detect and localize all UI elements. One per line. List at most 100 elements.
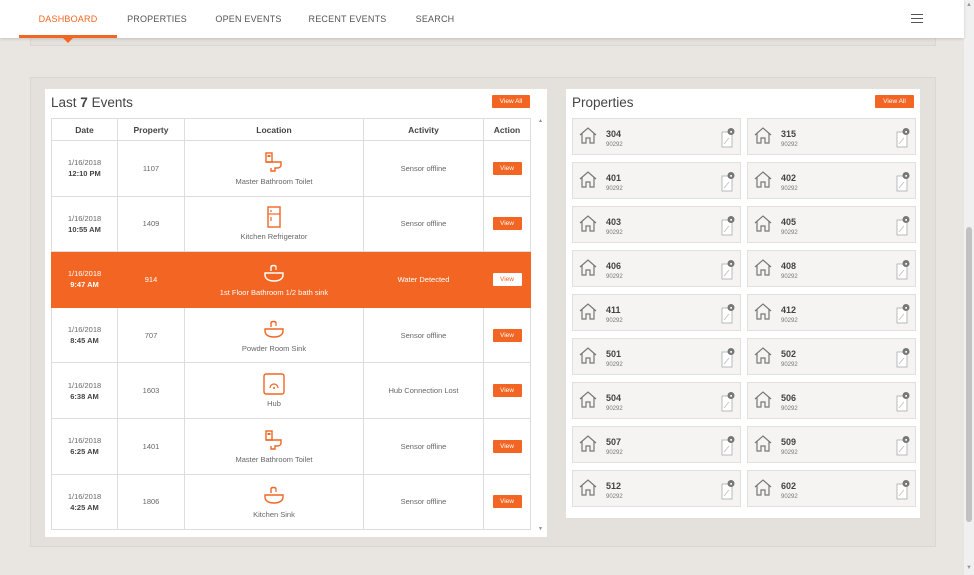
properties-view-all-button[interactable]: View All [875,95,914,108]
view-event-button[interactable]: View [492,495,522,509]
event-row[interactable]: 1/16/2018 6:25 AM 1401 Master Bathroom Toil… [51,417,531,475]
document-badge-icon[interactable]: ■ [721,215,735,237]
document-badge-icon[interactable]: ■ [896,347,910,369]
event-date-cell: 1/16/2018 10:55 AM [51,195,118,253]
events-view-all-button[interactable]: View All [492,95,530,108]
property-tile[interactable]: 504 90292 ■ [572,382,741,419]
events-title: Last 7 Events [51,95,133,110]
property-tile[interactable]: 315 90292 ■ [747,118,916,155]
property-tile[interactable]: 506 90292 ■ [747,382,916,419]
property-tile[interactable]: 507 90292 ■ [572,426,741,463]
sink-icon [263,484,285,506]
event-activity: Sensor offline [363,473,484,531]
document-badge-icon[interactable]: ■ [896,479,910,501]
event-location-cell: Kitchen Sink [184,473,364,531]
property-number: 406 [606,261,622,271]
event-action-cell: View [483,473,531,531]
hamburger-icon[interactable] [911,14,923,23]
view-event-button[interactable]: View [492,439,522,453]
table-scroll-down-icon[interactable]: ▼ [538,526,543,532]
event-row[interactable]: 1/16/2018 8:45 AM 707 Powder Room Sink Senso… [51,306,531,364]
refrigerator-icon [263,206,285,229]
scroll-up-arrow-icon[interactable]: ▲ [966,2,972,8]
property-zip: 90292 [606,362,623,368]
events-title-suffix: Events [91,95,133,110]
event-location: Master Bathroom Toilet [235,454,313,464]
document-badge-icon[interactable]: ■ [721,347,735,369]
properties-title: Properties [572,95,634,110]
svg-text:■: ■ [730,262,732,266]
svg-text:■: ■ [905,262,907,266]
property-number: 602 [781,481,797,491]
tab-search[interactable]: SEARCH [411,0,459,38]
event-date: 1/16/2018 [67,213,102,223]
view-event-button[interactable]: View [492,328,522,342]
tab-recent-events[interactable]: RECENT EVENTS [307,0,388,38]
property-number: 507 [606,437,622,447]
event-property: 1401 [117,417,185,475]
property-tile[interactable]: 408 90292 ■ [747,250,916,287]
document-badge-icon[interactable]: ■ [721,303,735,325]
property-tile[interactable]: 412 90292 ■ [747,294,916,331]
document-badge-icon[interactable]: ■ [896,435,910,457]
document-badge-icon[interactable]: ■ [896,171,910,193]
view-event-button[interactable]: View [492,272,522,286]
view-event-button[interactable]: View [492,217,522,231]
document-badge-icon[interactable]: ■ [896,259,910,281]
property-zip: 90292 [781,494,798,500]
view-event-button[interactable]: View [492,161,522,175]
property-zip: 90292 [606,450,623,456]
tab-dashboard[interactable]: DASHBOARD [19,0,117,43]
top-panel [30,38,936,46]
page-scrollbar-thumb[interactable] [966,227,972,522]
property-zip: 90292 [781,362,798,368]
property-tile[interactable]: 405 90292 ■ [747,206,916,243]
events-table-scrollbar[interactable]: ▲ ▼ [536,118,545,534]
document-badge-icon[interactable]: ■ [896,391,910,413]
property-tile[interactable]: 304 90292 ■ [572,118,741,155]
event-activity: Sensor offline [363,140,484,197]
property-number: 304 [606,129,622,139]
table-scroll-up-icon[interactable]: ▲ [538,118,543,124]
house-icon [754,478,772,496]
property-tile[interactable]: 402 90292 ■ [747,162,916,199]
event-row[interactable]: 1/16/2018 4:25 AM 1806 Kitchen Sink Sensor o… [51,473,531,531]
event-date: 1/16/2018 [67,436,102,446]
document-badge-icon[interactable]: ■ [896,215,910,237]
document-badge-icon[interactable]: ■ [721,479,735,501]
property-tile[interactable]: 501 90292 ■ [572,338,741,375]
svg-text:■: ■ [730,130,732,134]
property-tile[interactable]: 403 90292 ■ [572,206,741,243]
view-event-button[interactable]: View [492,384,522,398]
document-badge-icon[interactable]: ■ [721,259,735,281]
event-activity: Sensor offline [363,306,484,364]
property-tile[interactable]: 406 90292 ■ [572,250,741,287]
scroll-down-arrow-icon[interactable]: ▼ [966,565,972,571]
property-tile[interactable]: 411 90292 ■ [572,294,741,331]
event-date: 1/16/2018 [67,380,102,390]
event-row[interactable]: 1/16/2018 6:38 AM 1603 Hub Hub Connection Lo… [51,362,531,419]
property-tile[interactable]: 602 90292 ■ [747,470,916,507]
document-badge-icon[interactable]: ■ [896,127,910,149]
event-activity: Sensor offline [363,195,484,253]
event-property: 1603 [117,362,185,419]
document-badge-icon[interactable]: ■ [721,391,735,413]
tab-open-events[interactable]: OPEN EVENTS [211,0,286,38]
property-number: 509 [781,437,797,447]
property-tile[interactable]: 401 90292 ■ [572,162,741,199]
document-badge-icon[interactable]: ■ [721,171,735,193]
document-badge-icon[interactable]: ■ [721,435,735,457]
property-tile[interactable]: 502 90292 ■ [747,338,916,375]
property-tile[interactable]: 512 90292 ■ [572,470,741,507]
event-action-cell: View [483,306,531,364]
property-tile[interactable]: 509 90292 ■ [747,426,916,463]
event-property: 914 [117,251,185,308]
event-row[interactable]: 1/16/2018 9:47 AM 914 1st Floor Bathroom 1/… [51,251,531,308]
event-row[interactable]: 1/16/2018 10:55 AM 1409 Kitchen Refrigerato… [51,195,531,253]
house-icon [754,434,772,452]
event-row[interactable]: 1/16/2018 12:10 PM 1107 Master Bathroom Toi… [51,140,531,197]
tab-properties[interactable]: PROPERTIES [124,0,190,38]
svg-text:■: ■ [905,350,907,354]
document-badge-icon[interactable]: ■ [721,127,735,149]
document-badge-icon[interactable]: ■ [896,303,910,325]
